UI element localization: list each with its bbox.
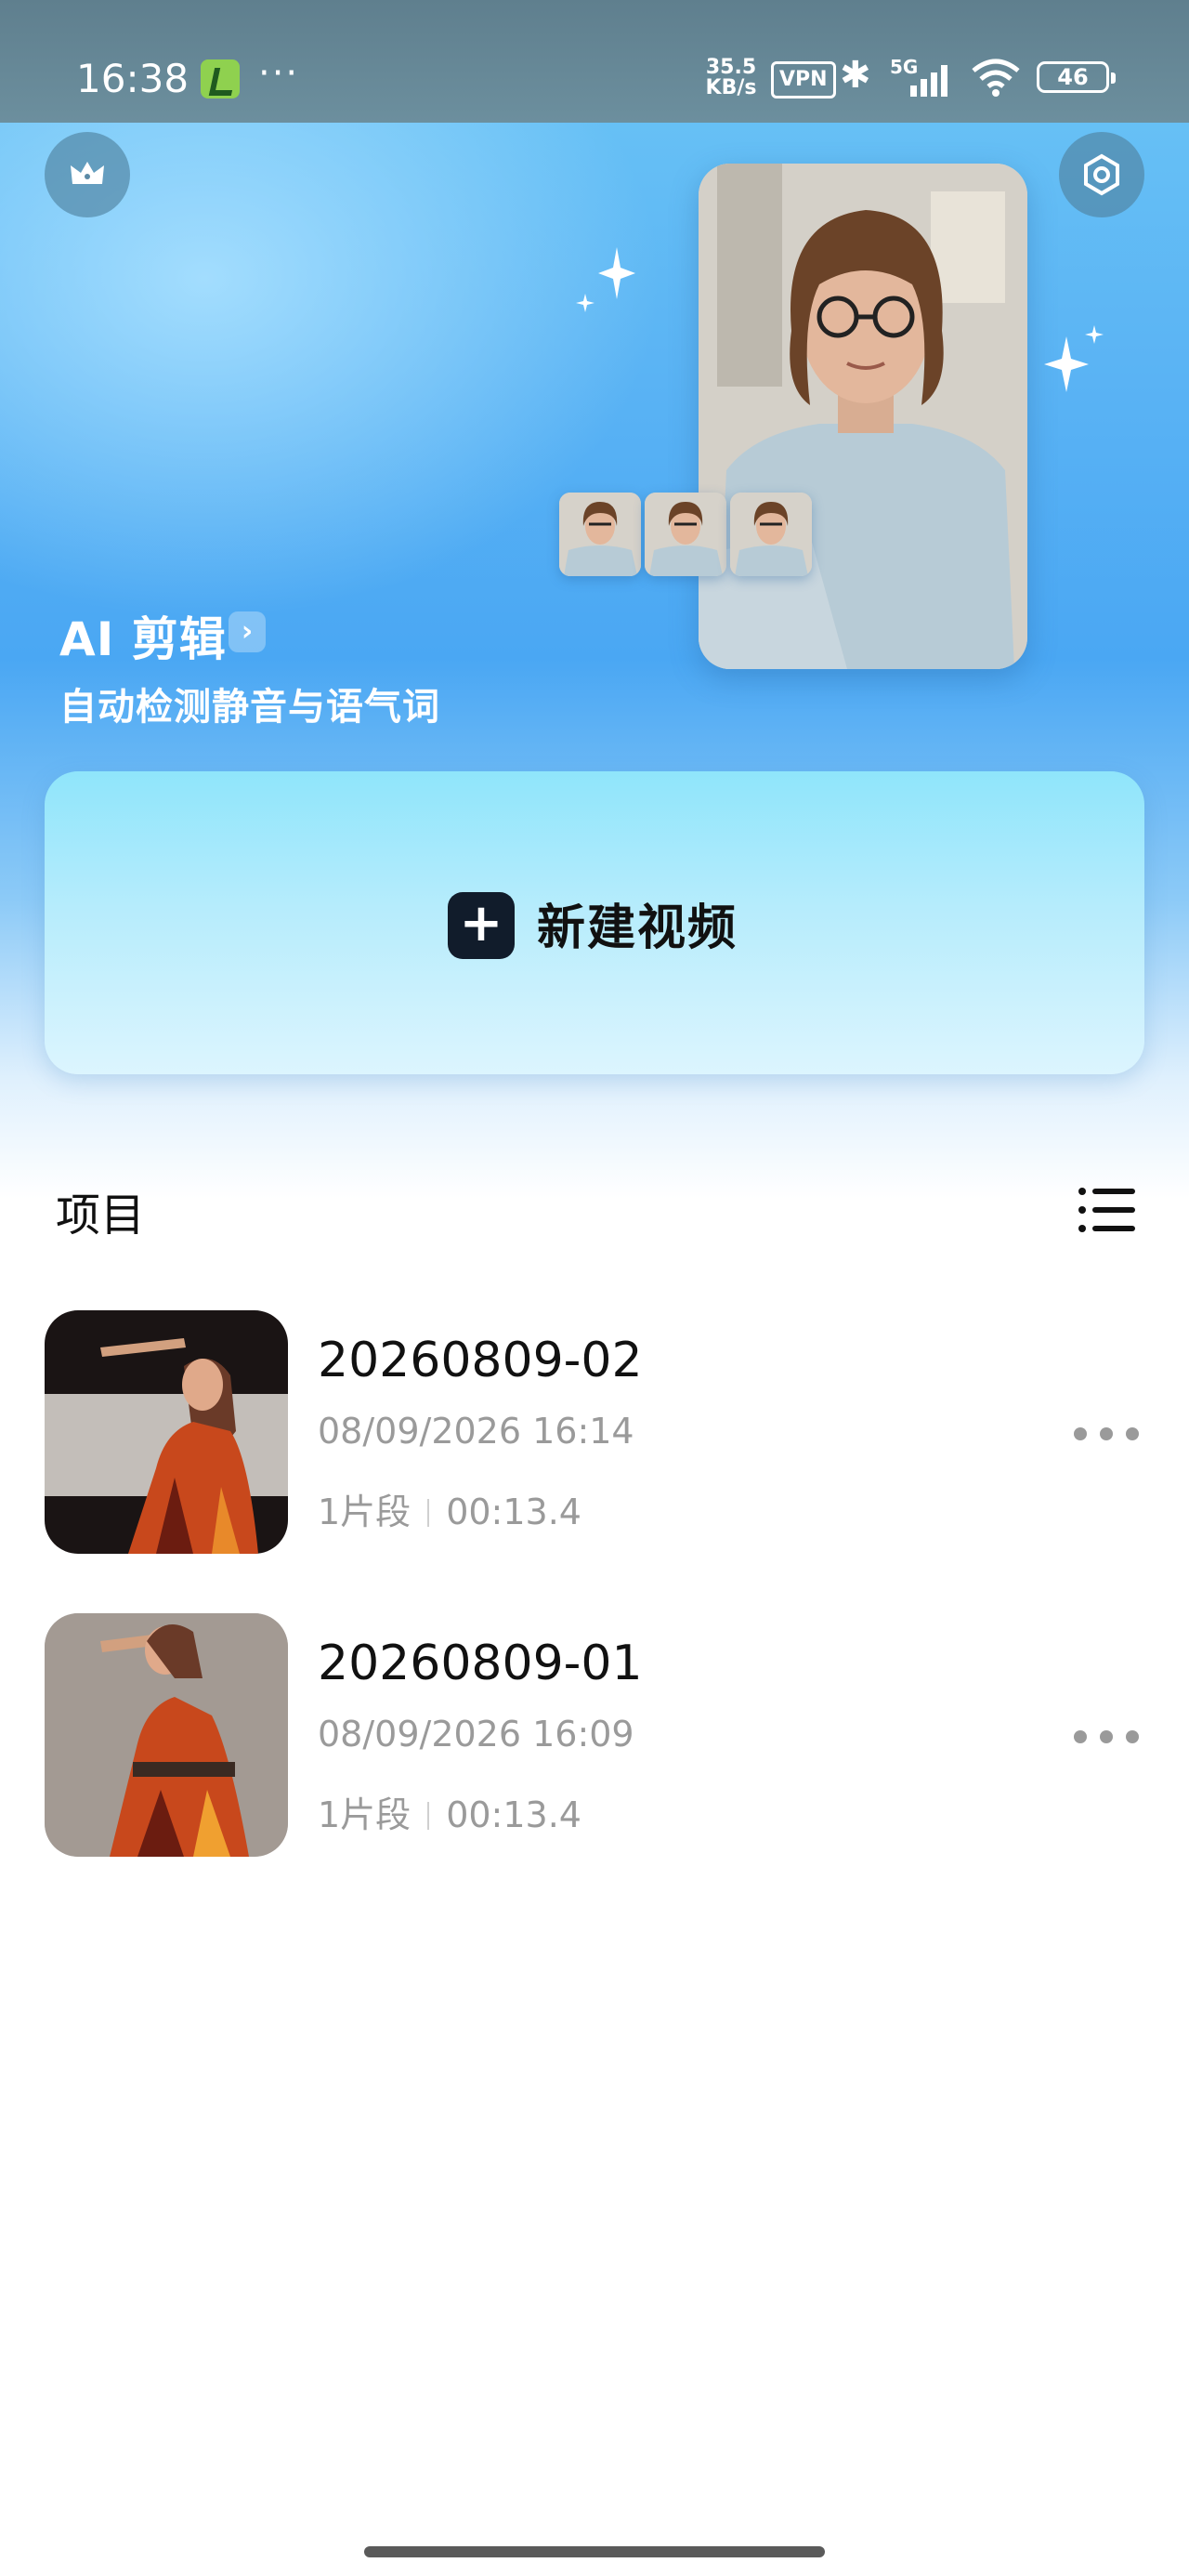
- project-duration: 00:13.4: [446, 1492, 581, 1532]
- projects-section-title: 项目: [56, 1189, 146, 1242]
- hero-person-illustration: [699, 164, 1027, 669]
- project-segments: 1片段: [318, 1794, 412, 1835]
- plus-icon: +: [448, 892, 515, 959]
- project-meta: 1片段 00:13.4: [318, 1786, 581, 1837]
- project-date: 08/09/2026 16:14: [318, 1411, 634, 1452]
- new-video-label: 新建视频: [537, 900, 738, 956]
- more-notifications-icon: ···: [258, 52, 300, 95]
- project-thumbnail: [45, 1310, 288, 1554]
- status-bar: 16:38 ··· 35.5 KB/s VPN ✱ 5G 46: [0, 0, 1189, 123]
- settings-icon: [1084, 153, 1119, 196]
- project-name: 20260809-02: [318, 1333, 643, 1388]
- home-indicator[interactable]: [364, 2546, 825, 2557]
- hero-thumbnail: [559, 493, 641, 576]
- premium-button[interactable]: [45, 132, 130, 217]
- ai-edit-subtitle: 自动检测静音与语气词: [59, 686, 440, 729]
- hero-thumbnail: [645, 493, 726, 576]
- project-name: 20260809-01: [318, 1636, 643, 1691]
- project-segments: 1片段: [318, 1492, 412, 1532]
- project-list-item[interactable]: 20260809-02 08/09/2026 16:14 1片段 00:13.4: [0, 1310, 1189, 1554]
- list-view-icon[interactable]: [1078, 1186, 1137, 1234]
- battery-icon: 46: [1037, 61, 1116, 93]
- bluetooth-icon: ✱: [840, 54, 871, 97]
- project-date: 08/09/2026 16:09: [318, 1714, 634, 1755]
- meta-divider: [427, 1499, 430, 1527]
- network-speed: 35.5 KB/s: [703, 58, 759, 99]
- ai-edit-title[interactable]: AI 剪辑: [59, 602, 227, 669]
- new-video-button[interactable]: + 新建视频: [45, 771, 1144, 1074]
- project-thumbnail: [45, 1613, 288, 1857]
- status-time: 16:38: [76, 56, 189, 101]
- project-list-item[interactable]: 20260809-01 08/09/2026 16:09 1片段 00:13.4: [0, 1613, 1189, 1857]
- sparkle-icon: [576, 247, 635, 312]
- network-speed-unit: KB/s: [705, 76, 757, 99]
- crown-icon: [71, 162, 104, 184]
- sparkle-icon: [1044, 325, 1104, 392]
- network-speed-value: 35.5: [705, 56, 757, 79]
- settings-button[interactable]: [1059, 132, 1144, 217]
- project-duration: 00:13.4: [446, 1794, 581, 1835]
- more-options-icon[interactable]: [1070, 1414, 1144, 1452]
- signal-icon: [910, 65, 947, 97]
- project-meta: 1片段 00:13.4: [318, 1483, 581, 1534]
- more-options-icon[interactable]: [1070, 1717, 1144, 1755]
- meta-divider: [427, 1802, 430, 1830]
- notification-app-icon: [201, 59, 240, 99]
- chevron-right-icon[interactable]: ›: [229, 611, 266, 652]
- hero-preview-image: [699, 164, 1027, 669]
- hero-thumbnail-strip: [559, 493, 816, 576]
- wifi-icon: [972, 59, 1020, 97]
- hero-thumbnail: [730, 493, 812, 576]
- vpn-badge: VPN: [771, 61, 836, 99]
